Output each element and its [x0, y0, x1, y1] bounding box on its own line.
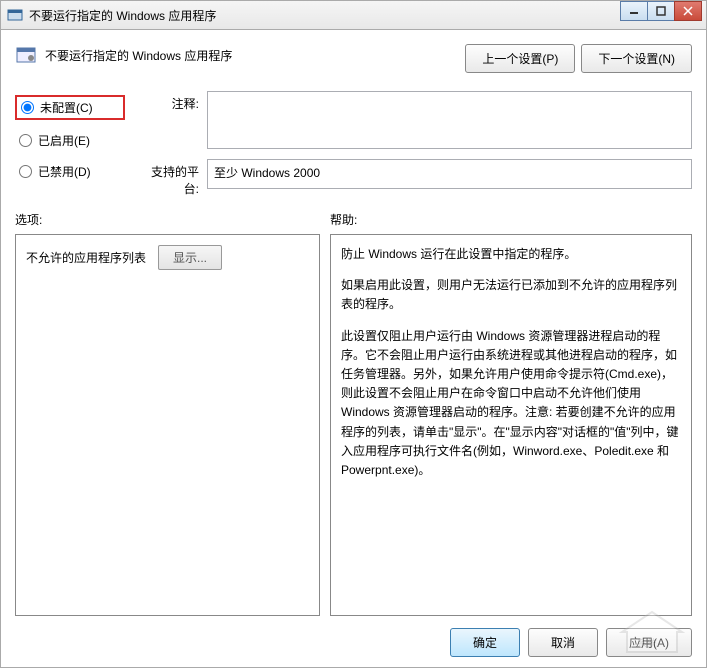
- show-button[interactable]: 显示...: [158, 245, 222, 270]
- header-row: 不要运行指定的 Windows 应用程序 上一个设置(P) 下一个设置(N): [15, 44, 692, 73]
- minimize-button[interactable]: [620, 1, 648, 21]
- radio-disabled-label: 已禁用(D): [38, 163, 91, 180]
- comment-label: 注释:: [137, 91, 199, 112]
- help-p1: 防止 Windows 运行在此设置中指定的程序。: [341, 245, 681, 264]
- radio-disabled-input[interactable]: [19, 165, 32, 178]
- radio-enabled[interactable]: 已启用(E): [15, 130, 125, 151]
- platform-value: [207, 159, 692, 189]
- help-p3: 此设置仅阻止用户运行由 Windows 资源管理器进程启动的程序。它不会阻止用户…: [341, 327, 681, 481]
- radio-enabled-input[interactable]: [19, 134, 32, 147]
- close-button[interactable]: [674, 1, 702, 21]
- radio-group: 未配置(C) 已启用(E) 已禁用(D): [15, 91, 125, 197]
- panels: 不允许的应用程序列表 显示... 防止 Windows 运行在此设置中指定的程序…: [15, 234, 692, 616]
- help-section-label: 帮助:: [330, 211, 357, 228]
- ok-button[interactable]: 确定: [450, 628, 520, 657]
- radio-not-configured[interactable]: 未配置(C): [15, 95, 125, 120]
- options-section-label: 选项:: [15, 211, 330, 228]
- comment-row: 注释:: [137, 91, 692, 149]
- maximize-button[interactable]: [647, 1, 675, 21]
- next-setting-button[interactable]: 下一个设置(N): [581, 44, 692, 73]
- help-p2: 如果启用此设置，则用户无法运行已添加到不允许的应用程序列表的程序。: [341, 276, 681, 314]
- radio-enabled-label: 已启用(E): [38, 132, 90, 149]
- nav-buttons: 上一个设置(P) 下一个设置(N): [465, 44, 692, 73]
- footer: 确定 取消 应用(A): [15, 616, 692, 657]
- header-left: 不要运行指定的 Windows 应用程序: [15, 44, 232, 66]
- policy-icon: [15, 44, 37, 66]
- section-labels: 选项: 帮助:: [15, 211, 692, 228]
- window-controls: [621, 1, 702, 21]
- fields-column: 注释: 支持的平台:: [137, 91, 692, 197]
- apply-button[interactable]: 应用(A): [606, 628, 692, 657]
- platform-label: 支持的平台:: [137, 159, 199, 197]
- platform-row: 支持的平台:: [137, 159, 692, 197]
- app-icon: [7, 7, 23, 23]
- prev-setting-button[interactable]: 上一个设置(P): [465, 44, 575, 73]
- window-body: 不要运行指定的 Windows 应用程序 上一个设置(P) 下一个设置(N) 未…: [0, 30, 707, 668]
- options-row: 不允许的应用程序列表 显示...: [26, 245, 309, 270]
- titlebar: 不要运行指定的 Windows 应用程序: [0, 0, 707, 30]
- radio-not-configured-input[interactable]: [21, 101, 34, 114]
- config-section: 未配置(C) 已启用(E) 已禁用(D) 注释: 支持的平台:: [15, 91, 692, 197]
- radio-not-configured-label: 未配置(C): [40, 99, 93, 116]
- page-title: 不要运行指定的 Windows 应用程序: [45, 47, 232, 64]
- cancel-button[interactable]: 取消: [528, 628, 598, 657]
- radio-disabled[interactable]: 已禁用(D): [15, 161, 125, 182]
- disallowed-list-label: 不允许的应用程序列表: [26, 249, 146, 266]
- comment-input[interactable]: [207, 91, 692, 149]
- options-panel: 不允许的应用程序列表 显示...: [15, 234, 320, 616]
- help-panel: 防止 Windows 运行在此设置中指定的程序。 如果启用此设置，则用户无法运行…: [330, 234, 692, 616]
- window-title: 不要运行指定的 Windows 应用程序: [29, 7, 706, 24]
